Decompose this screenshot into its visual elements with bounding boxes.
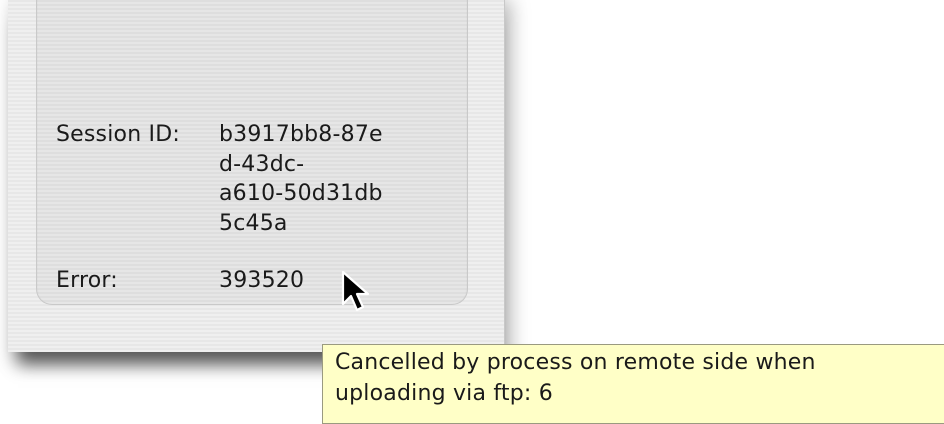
tooltip-line: uploading via ftp: 6 — [335, 381, 553, 406]
session-id-value: b3917bb8-87e d-43dc- a610-50d31db 5c45a — [219, 120, 445, 238]
session-id-line: 5c45a — [219, 210, 288, 236]
session-id-line: b3917bb8-87e — [219, 122, 383, 147]
arrow-pointer-icon — [341, 270, 370, 312]
tooltip-line: Cancelled by process on remote side when — [335, 350, 816, 375]
error-value[interactable]: 393520 — [219, 266, 304, 296]
session-id-line: d-43dc- — [219, 151, 305, 177]
session-id-line: a610-50d31db — [219, 181, 383, 206]
error-label: Error: — [56, 268, 118, 293]
error-tooltip: Cancelled by process on remote side when… — [322, 344, 944, 424]
session-id-label: Session ID: — [56, 122, 180, 147]
